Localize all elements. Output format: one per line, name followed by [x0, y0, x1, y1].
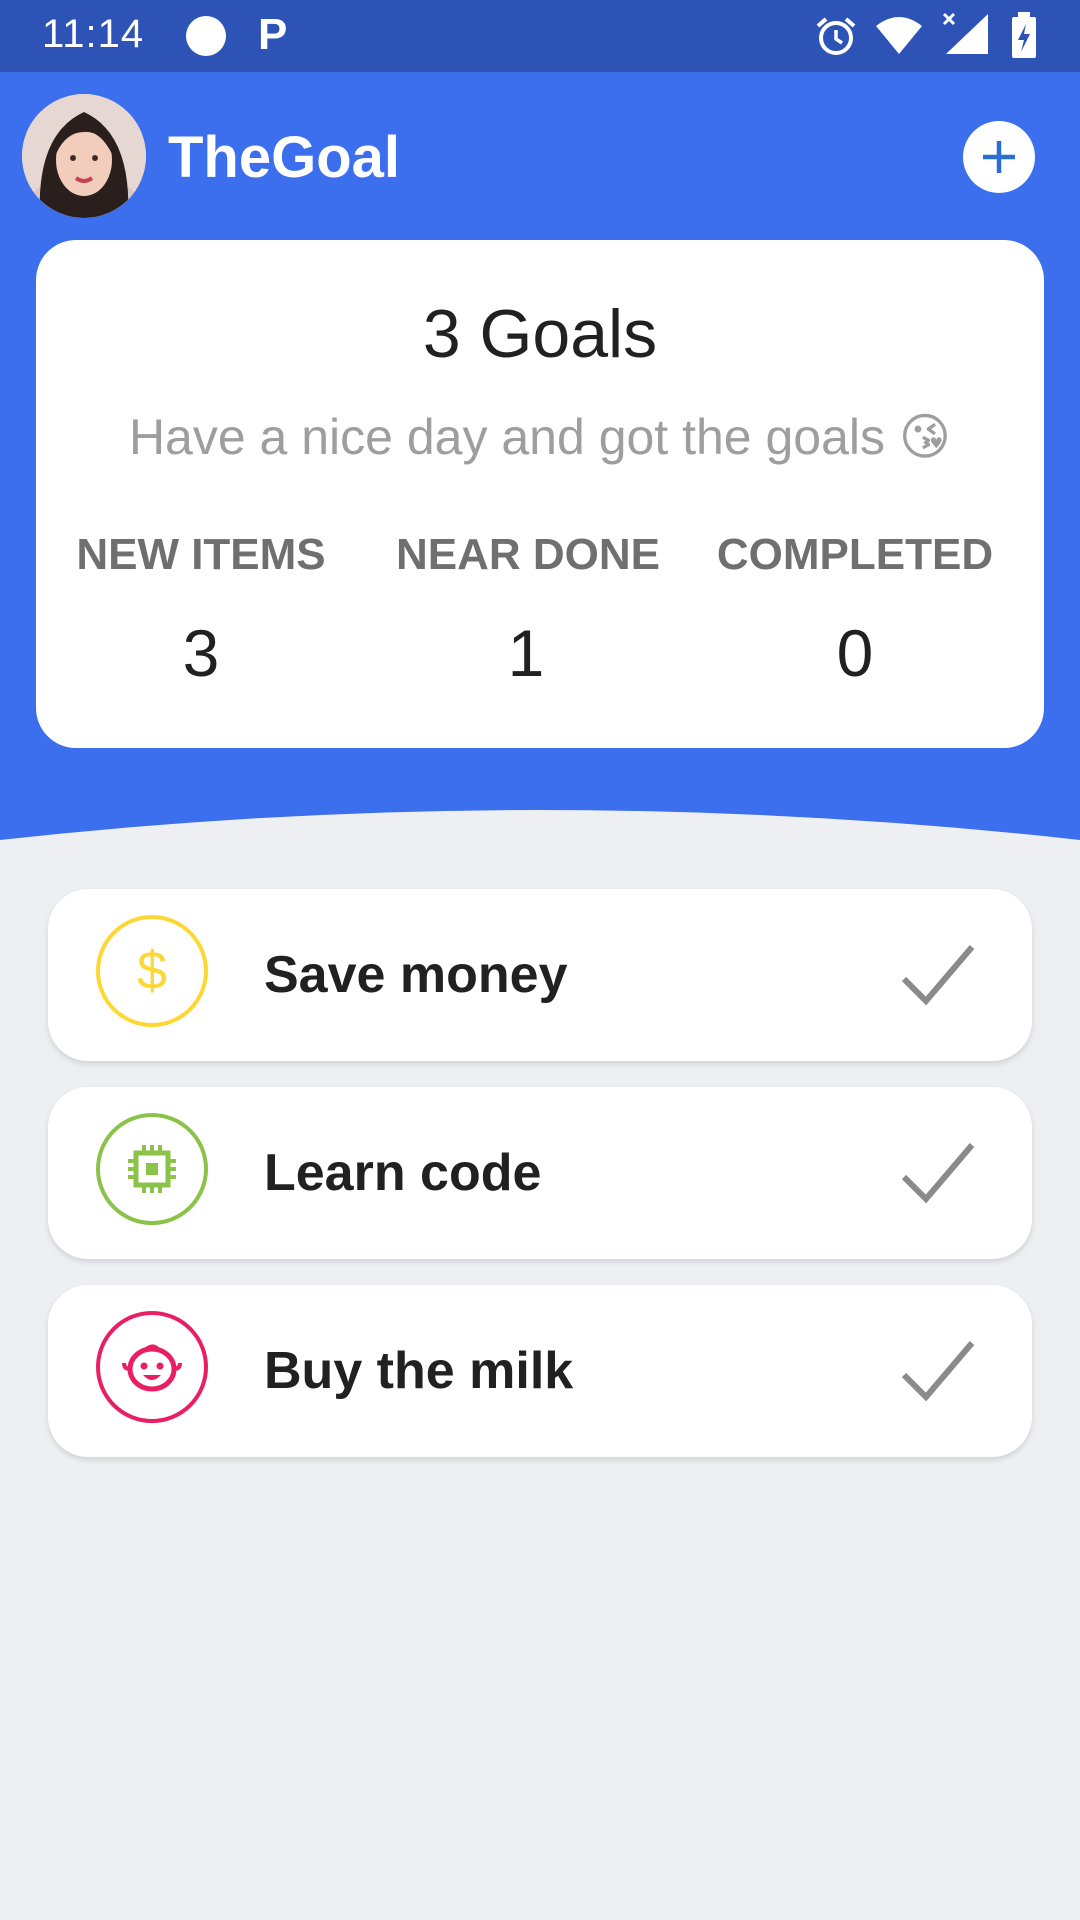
alarm-icon [816, 17, 856, 55]
goal-label: Learn code [264, 1144, 542, 1202]
goal-icon-circle: $ [96, 915, 208, 1027]
parking-app-icon: P [258, 10, 288, 59]
goal-item-learn-code[interactable]: Learn code [48, 1087, 1032, 1259]
app-title: TheGoal [168, 125, 401, 190]
status-bar: 11:14 P [0, 0, 1080, 72]
stat-near-done-label: NEAR DONE [396, 530, 661, 579]
signal-icon [942, 12, 988, 54]
chip-icon [128, 1145, 176, 1193]
goal-label: Buy the milk [264, 1342, 574, 1400]
goals-count-title: 3 Goals [422, 296, 658, 372]
check-icon[interactable] [900, 1335, 976, 1405]
battery-charging-icon [1012, 12, 1036, 58]
baby-face-icon [122, 1344, 182, 1392]
stat-near-done-value: 1 [507, 616, 545, 690]
wifi-icon [876, 17, 922, 54]
status-time: 11:14 [42, 12, 145, 56]
stat-completed-value: 0 [836, 616, 874, 690]
check-icon[interactable] [900, 939, 976, 1009]
avatar-photo [22, 94, 146, 218]
check-icon[interactable] [900, 1137, 976, 1207]
plus-icon [983, 141, 1015, 173]
goal-item-buy-the-milk[interactable]: Buy the milk [48, 1285, 1032, 1457]
add-goal-button[interactable] [963, 121, 1035, 193]
stat-completed-label: COMPLETED [716, 530, 994, 579]
notification-dot-icon [186, 16, 226, 56]
dollar-icon: $ [137, 943, 167, 999]
summary-card: 3 Goals Have a nice day and got the goal… [36, 240, 1044, 748]
stat-new-items-value: 3 [182, 616, 220, 690]
avatar[interactable] [22, 94, 146, 218]
stat-new-items-label: NEW ITEMS [76, 530, 326, 579]
svg-text:$: $ [137, 943, 167, 999]
goal-icon-circle [96, 1311, 208, 1423]
goal-item-save-money[interactable]: $ Save money [48, 889, 1032, 1061]
goal-label: Save money [264, 946, 568, 1004]
greeting-subtitle: Have a nice day and got the goals 😘 [128, 409, 952, 465]
goal-icon-circle [96, 1113, 208, 1225]
header-curve [0, 810, 1080, 860]
